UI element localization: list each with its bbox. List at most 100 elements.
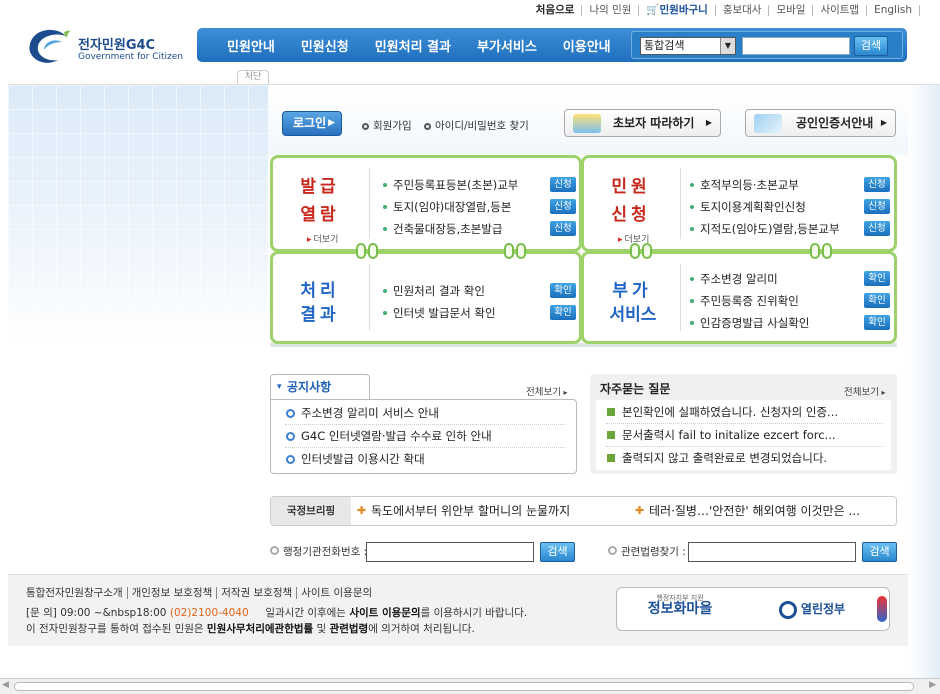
find-id-link[interactable]: 아이디/비밀번호 찾기 bbox=[424, 118, 529, 133]
partner-badges: 행정자치부 지원 정보화마을 열린정부 bbox=[616, 587, 890, 631]
list-item[interactable]: 본인확인에 실패하였습니다. 신청자의 인증... bbox=[606, 401, 884, 424]
footer-link-privacy[interactable]: 개인정보 보호정책 bbox=[127, 587, 218, 599]
check-badge[interactable]: 확인 bbox=[864, 293, 890, 308]
list-item-label: 토지이용계획확인신청 bbox=[700, 200, 806, 214]
briefing-item[interactable]: 독도에서부터 위안부 할머니의 눈물까지 bbox=[357, 497, 570, 525]
footer-hours: [문 의] 09:00 ~&nbsp18:00 bbox=[26, 607, 167, 619]
footer-inquiry-link[interactable]: 사이트 이용문의 bbox=[349, 607, 420, 619]
footer-contact: [문 의] 09:00 ~&nbsp18:00 (02)2100-4040 일과… bbox=[26, 605, 527, 620]
search-button[interactable]: 검색 bbox=[854, 36, 888, 56]
notice-panel: 공지사항 전체보기 주소변경 알리미 서비스 안내 G4C 인터넷열람·발급 수… bbox=[270, 374, 577, 474]
utility-links: 처음으로 나의 민원 🛒민원바구니 홍보대사 모바일 사이트맵 English bbox=[0, 0, 920, 20]
list-item[interactable]: 문서출력시 fail to initalize ezcert forc... bbox=[606, 424, 884, 447]
service-extra-list: 주소변경 알리미 확인 주민등록증 진위확인 확인 인감증명발급 사실확인 확인 bbox=[690, 268, 890, 334]
link-english[interactable]: English bbox=[867, 4, 920, 16]
nav-result[interactable]: 민원처리 결과 bbox=[362, 36, 464, 55]
list-item[interactable]: 주소변경 알리미 서비스 안내 bbox=[285, 402, 565, 425]
nav-apply[interactable]: 민원신청 bbox=[288, 36, 362, 55]
nav-usage[interactable]: 이용안내 bbox=[550, 36, 624, 55]
check-badge[interactable]: 확인 bbox=[864, 271, 890, 286]
logo-title: 전자민원G4C bbox=[78, 38, 156, 53]
login-button[interactable]: 로그인 ▶ bbox=[282, 111, 342, 136]
footer-law-link[interactable]: 민원사무처리에관한법률 bbox=[207, 623, 313, 635]
list-item-label: 민원처리 결과 확인 bbox=[393, 284, 485, 298]
scrollbar-thumb[interactable] bbox=[14, 682, 914, 691]
link-my-civil[interactable]: 나의 민원 bbox=[582, 4, 640, 16]
footer-legal-prefix: 이 전자민원창구를 통하여 접수된 민원은 bbox=[26, 623, 204, 635]
footer-legal: 이 전자민원창구를 통하여 접수된 민원은 민원사무처리에관한법률 및 관련법령… bbox=[26, 621, 475, 636]
cert-guide-label: 공인인증서안내 bbox=[796, 116, 874, 130]
briefing-bar: 국정브리핑 독도에서부터 위안부 할머니의 눈물까지 테러·질병…'안전한' 해… bbox=[270, 496, 897, 526]
check-badge[interactable]: 확인 bbox=[864, 315, 890, 330]
list-item[interactable]: 건축물대장등,초본발급 신청 bbox=[383, 218, 576, 240]
link-home[interactable]: 처음으로 bbox=[529, 4, 583, 16]
list-item[interactable]: 지적도(임야도)열람,등본교부 신청 bbox=[690, 218, 890, 240]
footer-link-copyright[interactable]: 저작권 보호정책 bbox=[217, 587, 298, 599]
apply-badge[interactable]: 신청 bbox=[864, 177, 890, 192]
badge-scroll-icon[interactable] bbox=[877, 596, 887, 622]
service-issue-title-top: 발급 bbox=[300, 177, 340, 197]
list-item[interactable]: G4C 인터넷열람·발급 수수료 인하 안내 bbox=[285, 425, 565, 448]
open-gov-badge[interactable]: 열린정부 bbox=[767, 592, 857, 626]
footer-link-about[interactable]: 통합전자민원창구소개 bbox=[26, 587, 128, 599]
phone-search-button[interactable]: 검색 bbox=[540, 542, 575, 562]
link-ambassador[interactable]: 홍보대사 bbox=[716, 4, 770, 16]
search-scope-select[interactable]: 통합검색 ▼ bbox=[640, 37, 736, 55]
notice-view-all[interactable]: 전체보기 bbox=[526, 384, 568, 398]
horizontal-scrollbar[interactable]: ◀ ▶ bbox=[0, 678, 940, 694]
list-item[interactable]: 인터넷 발급문서 확인 확인 bbox=[383, 302, 576, 324]
binder-ring-icon bbox=[810, 243, 820, 259]
nav-guide[interactable]: 민원안내 bbox=[197, 36, 288, 55]
search-scope-value: 통합검색 bbox=[644, 39, 685, 52]
scroll-left-icon[interactable]: ◀ bbox=[2, 680, 9, 690]
list-item[interactable]: 출력되지 않고 출력완료로 변경되었습니다. bbox=[606, 447, 884, 470]
binder-ring-icon bbox=[516, 243, 526, 259]
beginner-guide-label: 초보자 따라하기 bbox=[613, 116, 695, 130]
info-village-badge[interactable]: 행정자치부 지원 정보화마을 bbox=[625, 592, 735, 626]
apply-badge[interactable]: 신청 bbox=[864, 221, 890, 236]
list-item[interactable]: 호적부의등·초본교부 신청 bbox=[690, 174, 890, 196]
faq-view-all[interactable]: 전체보기 bbox=[844, 384, 886, 398]
site-logo[interactable]: 전자민원G4C Government for Citizen bbox=[26, 26, 186, 70]
link-sitemap[interactable]: 사이트맵 bbox=[813, 4, 868, 16]
scroll-right-icon[interactable]: ▶ bbox=[929, 680, 936, 690]
search-input[interactable] bbox=[742, 37, 850, 55]
link-cart[interactable]: 🛒민원바구니 bbox=[639, 4, 716, 16]
briefing-label: 국정브리핑 bbox=[271, 497, 351, 525]
list-item[interactable]: 토지이용계획확인신청 신청 bbox=[690, 196, 890, 218]
briefing-item[interactable]: 테러·질병…'안전한' 해외여행 이것만은 ... bbox=[635, 497, 860, 525]
law-search-button[interactable]: 검색 bbox=[862, 542, 897, 562]
nav-extra[interactable]: 부가서비스 bbox=[464, 36, 550, 55]
list-item[interactable]: 주소변경 알리미 확인 bbox=[690, 268, 890, 290]
check-badge[interactable]: 확인 bbox=[550, 305, 576, 320]
cert-guide-button[interactable]: 공인인증서안내 ▶ bbox=[745, 109, 896, 137]
join-link[interactable]: 회원가입 bbox=[362, 118, 412, 133]
list-item-label: 건축물대장등,초본발급 bbox=[393, 222, 503, 236]
list-item[interactable]: 인터넷발급 이용시간 확대 bbox=[285, 448, 565, 471]
footer-related-law-link[interactable]: 관련법령 bbox=[330, 623, 369, 635]
list-item-label: 주소변경 알리미 bbox=[700, 272, 778, 286]
service-issue-more[interactable]: 더보기 bbox=[307, 232, 339, 245]
apply-badge[interactable]: 신청 bbox=[550, 221, 576, 236]
beginner-guide-button[interactable]: 초보자 따라하기 ▶ bbox=[564, 109, 721, 137]
list-item[interactable]: 민원처리 결과 확인 확인 bbox=[383, 280, 576, 302]
footer-after-hours: 일과시간 이후에는 bbox=[265, 607, 346, 619]
binder-ring-icon bbox=[368, 243, 378, 259]
apply-badge[interactable]: 신청 bbox=[550, 199, 576, 214]
list-item[interactable]: 주민등록증 진위확인 확인 bbox=[690, 290, 890, 312]
apply-badge[interactable]: 신청 bbox=[864, 199, 890, 214]
law-search-input[interactable] bbox=[688, 542, 856, 562]
notice-tab[interactable]: 공지사항 bbox=[270, 374, 370, 400]
apply-badge[interactable]: 신청 bbox=[550, 177, 576, 192]
service-issue: 발급 열람 더보기 주민등록표등본(초본)교부신청 토지(임야)대장열람,등본신… bbox=[270, 155, 582, 252]
skip-tab[interactable]: 처단 bbox=[237, 70, 269, 84]
footer-link-inquiry[interactable]: 사이트 이용문의 bbox=[297, 587, 376, 599]
list-item[interactable]: 인감증명발급 사실확인 확인 bbox=[690, 312, 890, 334]
check-badge[interactable]: 확인 bbox=[550, 283, 576, 298]
list-item-label: 주민등록표등본(초본)교부 bbox=[393, 178, 519, 192]
link-mobile[interactable]: 모바일 bbox=[769, 4, 814, 16]
list-item[interactable]: 주민등록표등본(초본)교부 신청 bbox=[383, 174, 576, 196]
phone-search-input[interactable] bbox=[366, 542, 534, 562]
list-item[interactable]: 토지(임야)대장열람,등본 신청 bbox=[383, 196, 576, 218]
service-panel: 발급 열람 더보기 주민등록표등본(초본)교부신청 토지(임야)대장열람,등본신… bbox=[270, 155, 897, 347]
